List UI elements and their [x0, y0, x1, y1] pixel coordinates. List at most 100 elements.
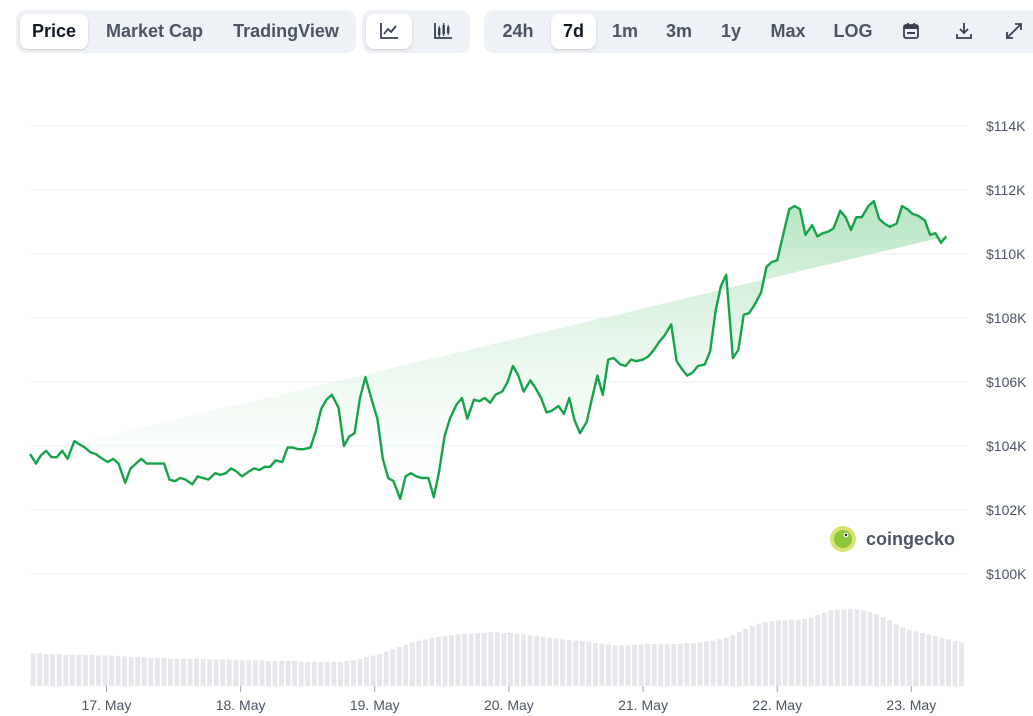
volume-bar	[154, 657, 160, 686]
volume-bar	[213, 659, 219, 686]
volume-bar	[893, 624, 899, 686]
volume-bar	[174, 658, 180, 686]
fullscreen-button[interactable]	[996, 14, 1032, 49]
volume-bar	[658, 643, 664, 686]
candlestick-chart-button[interactable]	[420, 14, 466, 49]
volume-bar	[390, 649, 396, 686]
volume-bar	[959, 642, 964, 686]
range-max[interactable]: Max	[760, 14, 816, 49]
volume-bar	[730, 635, 736, 686]
candlestick-chart-icon	[434, 23, 452, 39]
volume-bar	[651, 643, 657, 686]
volume-bar	[880, 617, 886, 686]
coingecko-logo	[830, 526, 856, 552]
volume-bar	[717, 639, 723, 686]
volume-bar	[429, 637, 435, 686]
volume-bar	[900, 627, 906, 686]
volume-bar	[690, 643, 696, 686]
volume-bar	[350, 660, 356, 686]
volume-bar	[233, 660, 239, 686]
volume-bar	[226, 659, 232, 686]
volume-bar	[76, 654, 82, 686]
volume-bar	[148, 657, 154, 686]
price-chart[interactable]: $100K $102K $104K $106K $108K $110K $112K $114K…	[0, 64, 1033, 716]
volume-bar	[638, 644, 644, 686]
volume-bar	[449, 635, 454, 686]
volume-bar	[455, 634, 461, 686]
volume-bar	[795, 619, 801, 686]
volume-bar	[279, 661, 284, 686]
x-tick-label: 17. May	[82, 697, 132, 713]
volume-bar	[337, 661, 343, 686]
volume-bar	[468, 633, 474, 686]
volume-bar	[324, 661, 330, 686]
volume-bar	[815, 615, 821, 686]
volume-bar	[115, 656, 121, 686]
volume-bar	[906, 629, 912, 686]
volume-bar	[475, 632, 481, 686]
y-tick-label: $114K	[986, 118, 1026, 134]
volume-bar	[867, 611, 873, 686]
tab-price[interactable]: Price	[20, 14, 88, 49]
volume-bar	[311, 661, 317, 686]
volume-bar	[122, 656, 128, 686]
volume-bar	[821, 612, 827, 686]
range-7d[interactable]: 7d	[551, 14, 596, 49]
volume-bar	[579, 641, 585, 686]
line-chart-button[interactable]	[366, 14, 412, 49]
volume-bar	[952, 640, 958, 686]
y-tick-label: $100K	[986, 566, 1027, 582]
x-tick-label: 23. May	[886, 697, 936, 713]
volume-bar	[344, 661, 350, 686]
volume-bar	[736, 632, 742, 686]
volume-bar	[69, 654, 75, 686]
range-1y[interactable]: 1y	[710, 14, 752, 49]
download-button[interactable]	[945, 14, 983, 49]
volume-bar	[501, 632, 507, 686]
log-scale-toggle[interactable]: LOG	[824, 14, 882, 49]
volume-bar	[599, 643, 605, 686]
volume-bar	[462, 633, 468, 686]
tab-market-cap[interactable]: Market Cap	[96, 14, 213, 49]
range-24h[interactable]: 24h	[488, 14, 548, 49]
tab-tradingview[interactable]: TradingView	[222, 14, 350, 49]
date-picker-button[interactable]	[892, 14, 930, 49]
volume-bar	[128, 657, 134, 686]
volume-bar	[887, 620, 893, 686]
volume-bar	[89, 654, 95, 686]
volume-bar	[50, 654, 56, 686]
volume-bar	[246, 660, 252, 686]
y-tick-label: $112K	[986, 182, 1026, 198]
volume-bar	[102, 655, 108, 686]
volume-bar	[187, 658, 193, 686]
range-3m[interactable]: 3m	[654, 14, 704, 49]
volume-bar	[540, 636, 546, 686]
volume-bar	[259, 660, 265, 686]
y-tick-label: $104K	[986, 438, 1027, 454]
volume-bar	[488, 632, 494, 686]
volume-bars	[30, 608, 964, 686]
volume-bar	[272, 661, 278, 686]
volume-bar	[220, 659, 226, 686]
volume-bar	[95, 655, 101, 686]
volume-bar	[481, 632, 487, 686]
coingecko-wordmark: coingecko	[866, 529, 955, 549]
calendar-icon	[903, 23, 919, 39]
volume-bar	[364, 657, 369, 686]
volume-bar	[743, 629, 749, 686]
expand-icon	[1006, 23, 1022, 39]
volume-bar	[605, 644, 611, 686]
volume-bar	[43, 654, 49, 686]
volume-bar	[939, 637, 945, 686]
x-tick-label: 19. May	[350, 697, 400, 713]
x-tick-label: 22. May	[752, 697, 802, 713]
volume-bar	[30, 653, 36, 686]
volume-bar	[677, 643, 683, 686]
range-1m[interactable]: 1m	[602, 14, 648, 49]
volume-bar	[749, 625, 755, 686]
volume-bar	[435, 636, 441, 686]
volume-bar	[926, 634, 932, 686]
volume-bar	[514, 633, 520, 686]
volume-bar	[194, 658, 199, 686]
volume-bar	[592, 643, 598, 686]
